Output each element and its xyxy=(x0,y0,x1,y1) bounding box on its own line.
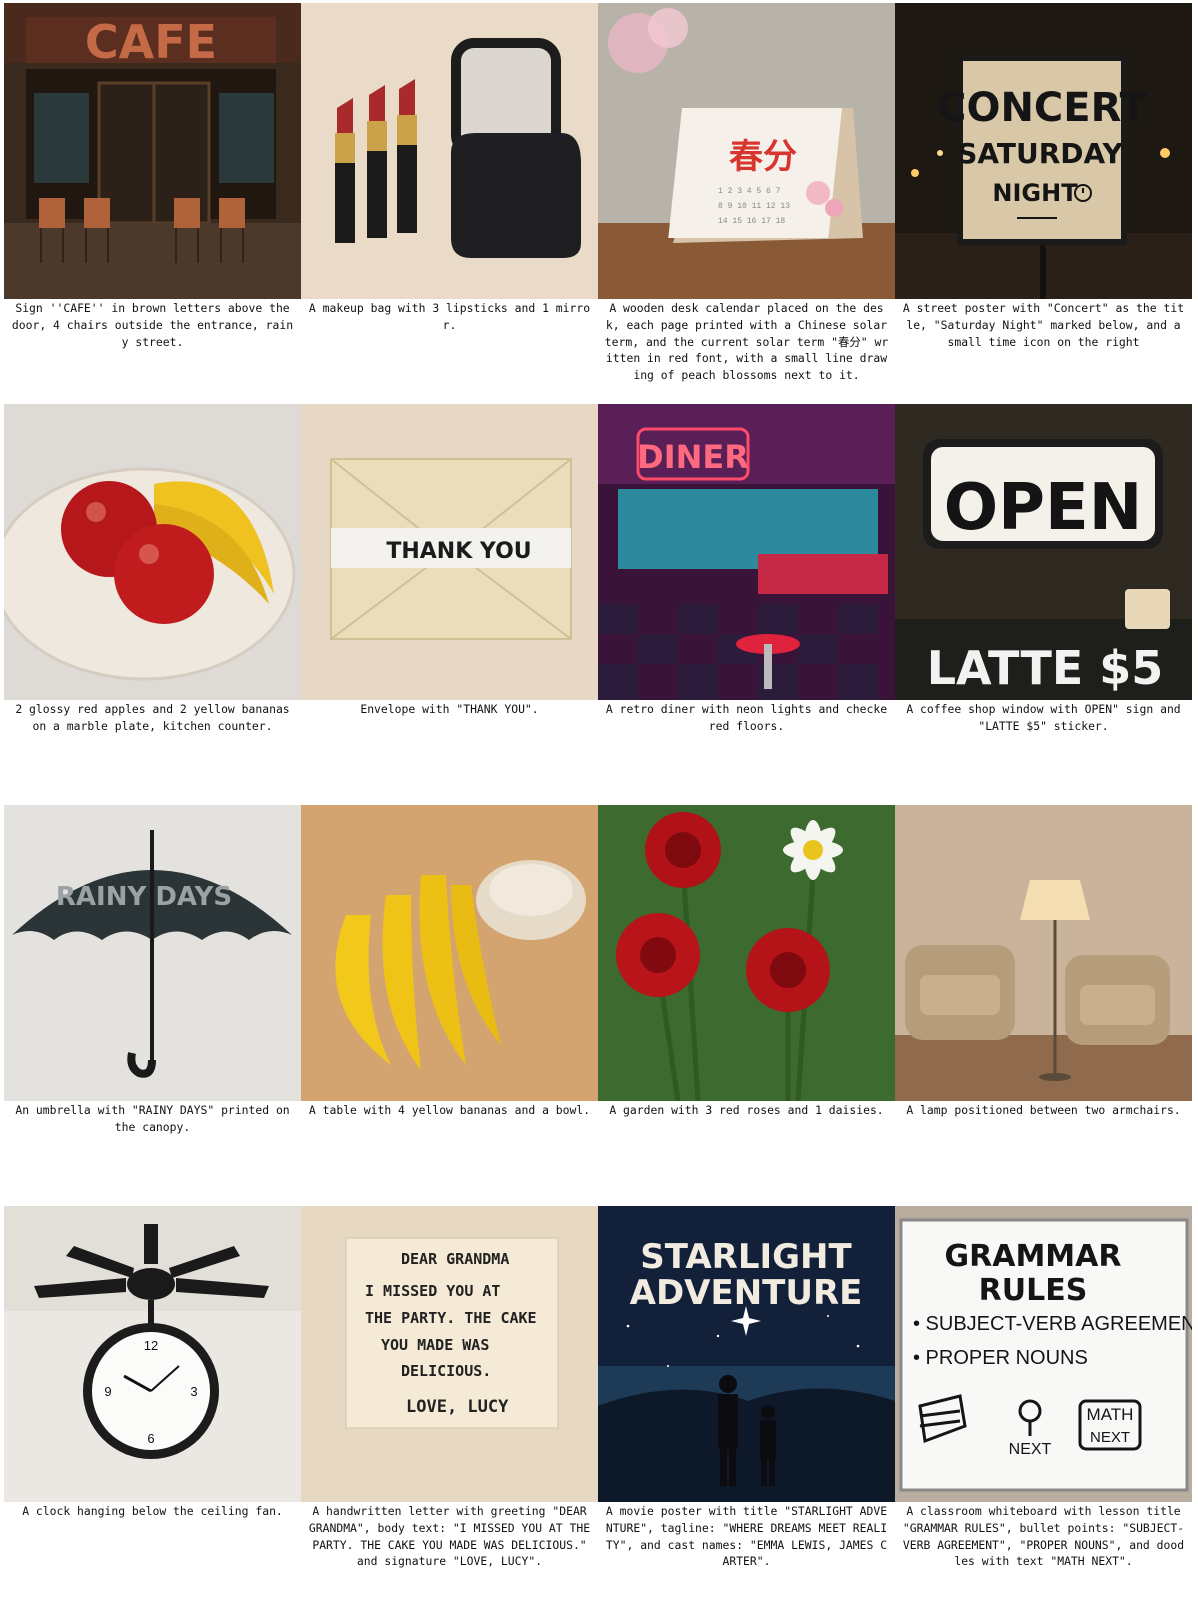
grid-cell: GRAMMAR RULES • SUBJECT-VERB AGREEMENT •… xyxy=(895,1206,1192,1607)
grid-cell: 2 glossy red apples and 2 yellow bananas… xyxy=(4,404,301,805)
umbrella-text: RAINY DAYS xyxy=(56,882,232,912)
image-caption: A garden with 3 red roses and 1 daisies. xyxy=(609,1103,884,1117)
grid-cell: 春分 1 2 3 4 5 6 7 8 9 10 11 12 13 14 15 1… xyxy=(598,3,895,404)
whiteboard-doodle-text: NEXT xyxy=(1009,1441,1052,1458)
grid-cell: A garden with 3 red roses and 1 daisies. xyxy=(598,805,895,1206)
thank-you-envelope-image: THANK YOU xyxy=(301,404,598,700)
concert-poster-image: CONCERT SATURDAY NIGHT xyxy=(895,3,1192,299)
diner-neon-sign: DINER xyxy=(637,438,749,476)
whiteboard-doodle-text: NEXT xyxy=(1090,1429,1130,1446)
grid-cell: CONCERT SATURDAY NIGHT A street poster w… xyxy=(895,3,1192,404)
apples-bananas-image xyxy=(4,404,301,700)
grid-cell: RAINY DAYS An umbrella with "RAINY DAYS"… xyxy=(4,805,301,1206)
grid-cell: 12 3 6 9 A clock hanging below the ceiling … xyxy=(4,1206,301,1607)
movie-poster-image: STARLIGHT ADVENTURE xyxy=(598,1206,895,1502)
concert-title-text: CONCERT xyxy=(937,85,1148,131)
whiteboard-image: GRAMMAR RULES • SUBJECT-VERB AGREEMENT •… xyxy=(895,1206,1192,1502)
whiteboard-bullet: • SUBJECT-VERB AGREEMENT xyxy=(913,1313,1192,1335)
lamp-armchairs-image xyxy=(895,805,1192,1101)
calendar-solar-term-text: 春分 xyxy=(729,137,797,177)
open-sign-text: OPEN xyxy=(944,471,1143,545)
saturday-text: SATURDAY xyxy=(957,137,1123,170)
envelope-text: THANK YOU xyxy=(386,539,531,564)
grid-row-1: CAFE Sign ''CAFE'' in brown letters abov… xyxy=(4,3,1194,404)
grid-cell: A makeup bag with 3 lipsticks and 1 mirr… xyxy=(301,3,598,404)
makeup-bag-image xyxy=(301,3,598,299)
image-caption: A table with 4 yellow bananas and a bowl… xyxy=(308,1103,591,1117)
letter-body-line: I MISSED YOU AT xyxy=(365,1282,500,1300)
image-caption: An umbrella with "RAINY DAYS" printed on… xyxy=(15,1103,297,1134)
grid-cell: STARLIGHT ADVENTURE A movie poster with … xyxy=(598,1206,895,1607)
whiteboard-title-line: RULES xyxy=(979,1273,1088,1308)
grid-row-2: 2 glossy red apples and 2 yellow bananas… xyxy=(4,404,1194,805)
svg-text:12: 12 xyxy=(144,1338,158,1353)
grid-cell: CAFE Sign ''CAFE'' in brown letters abov… xyxy=(4,3,301,404)
svg-text:8 9 10 11 12 13: 8 9 10 11 12 13 xyxy=(718,202,790,211)
grid-cell: DINER A retro diner with neon lights and… xyxy=(598,404,895,805)
image-caption: A street poster with "Concert" as the ti… xyxy=(902,301,1188,349)
letter-body-line: YOU MADE WAS xyxy=(381,1336,489,1354)
grid-row-4: 12 3 6 9 A clock hanging below the ceiling … xyxy=(4,1206,1194,1607)
image-caption: A handwritten letter with greeting "DEAR… xyxy=(308,1504,597,1569)
image-caption: Envelope with "THANK YOU". xyxy=(360,702,539,716)
grid-cell: DEAR GRANDMA I MISSED YOU AT THE PARTY. … xyxy=(301,1206,598,1607)
image-caption: A retro diner with neon lights and check… xyxy=(605,702,888,733)
letter-body-line: DELICIOUS. xyxy=(401,1362,491,1380)
clock-ceiling-fan-image: 12 3 6 9 xyxy=(4,1206,301,1502)
svg-text:6: 6 xyxy=(147,1431,154,1446)
svg-text:3: 3 xyxy=(190,1384,197,1399)
svg-text:1 2 3 4 5 6 7: 1 2 3 4 5 6 7 xyxy=(718,187,781,196)
svg-text:9: 9 xyxy=(104,1384,111,1399)
bananas-bowl-image xyxy=(301,805,598,1101)
letter-signature: LOVE, LUCY xyxy=(406,1397,509,1417)
poster-title-line: STARLIGHT xyxy=(640,1237,852,1277)
image-grid: CAFE Sign ''CAFE'' in brown letters abov… xyxy=(4,3,1194,1607)
coffee-shop-window-image: OPEN LATTE $5 xyxy=(895,404,1192,700)
letter-body-line: THE PARTY. THE CAKE xyxy=(365,1309,537,1327)
night-text: NIGHT xyxy=(992,179,1078,207)
image-caption: 2 glossy red apples and 2 yellow bananas… xyxy=(15,702,297,733)
grid-cell: A lamp positioned between two armchairs. xyxy=(895,805,1192,1206)
grid-cell: OPEN LATTE $5 A coffee shop window with … xyxy=(895,404,1192,805)
retro-diner-image: DINER xyxy=(598,404,895,700)
whiteboard-doodle-text: MATH xyxy=(1087,1405,1134,1424)
umbrella-image: RAINY DAYS xyxy=(4,805,301,1101)
image-caption: A lamp positioned between two armchairs. xyxy=(906,1103,1181,1117)
whiteboard-title-line: GRAMMAR xyxy=(945,1239,1122,1274)
image-caption: A movie poster with title "STARLIGHT ADV… xyxy=(605,1504,888,1569)
cafe-storefront-image: CAFE xyxy=(4,3,301,299)
latte-sticker-text: LATTE $5 xyxy=(927,641,1164,695)
roses-daisy-image xyxy=(598,805,895,1101)
image-caption: A coffee shop window with OPEN" sign and… xyxy=(906,702,1188,733)
grid-cell: THANK YOU Envelope with "THANK YOU". xyxy=(301,404,598,805)
image-caption: A makeup bag with 3 lipsticks and 1 mirr… xyxy=(308,301,591,332)
handwritten-letter-image: DEAR GRANDMA I MISSED YOU AT THE PARTY. … xyxy=(301,1206,598,1502)
grid-cell: A table with 4 yellow bananas and a bowl… xyxy=(301,805,598,1206)
cafe-sign-text: CAFE xyxy=(85,15,217,69)
image-caption: A clock hanging below the ceiling fan. xyxy=(22,1504,283,1518)
letter-greeting: DEAR GRANDMA xyxy=(401,1250,509,1268)
grid-row-3: RAINY DAYS An umbrella with "RAINY DAYS"… xyxy=(4,805,1194,1206)
image-caption: Sign ''CAFE'' in brown letters above the… xyxy=(11,301,297,349)
image-caption: A classroom whiteboard with lesson title… xyxy=(902,1504,1188,1569)
desk-calendar-image: 春分 1 2 3 4 5 6 7 8 9 10 11 12 13 14 15 1… xyxy=(598,3,895,299)
svg-text:14 15 16 17 18: 14 15 16 17 18 xyxy=(718,217,785,226)
image-caption: A wooden desk calendar placed on the des… xyxy=(604,301,894,383)
whiteboard-bullet: • PROPER NOUNS xyxy=(913,1347,1088,1369)
